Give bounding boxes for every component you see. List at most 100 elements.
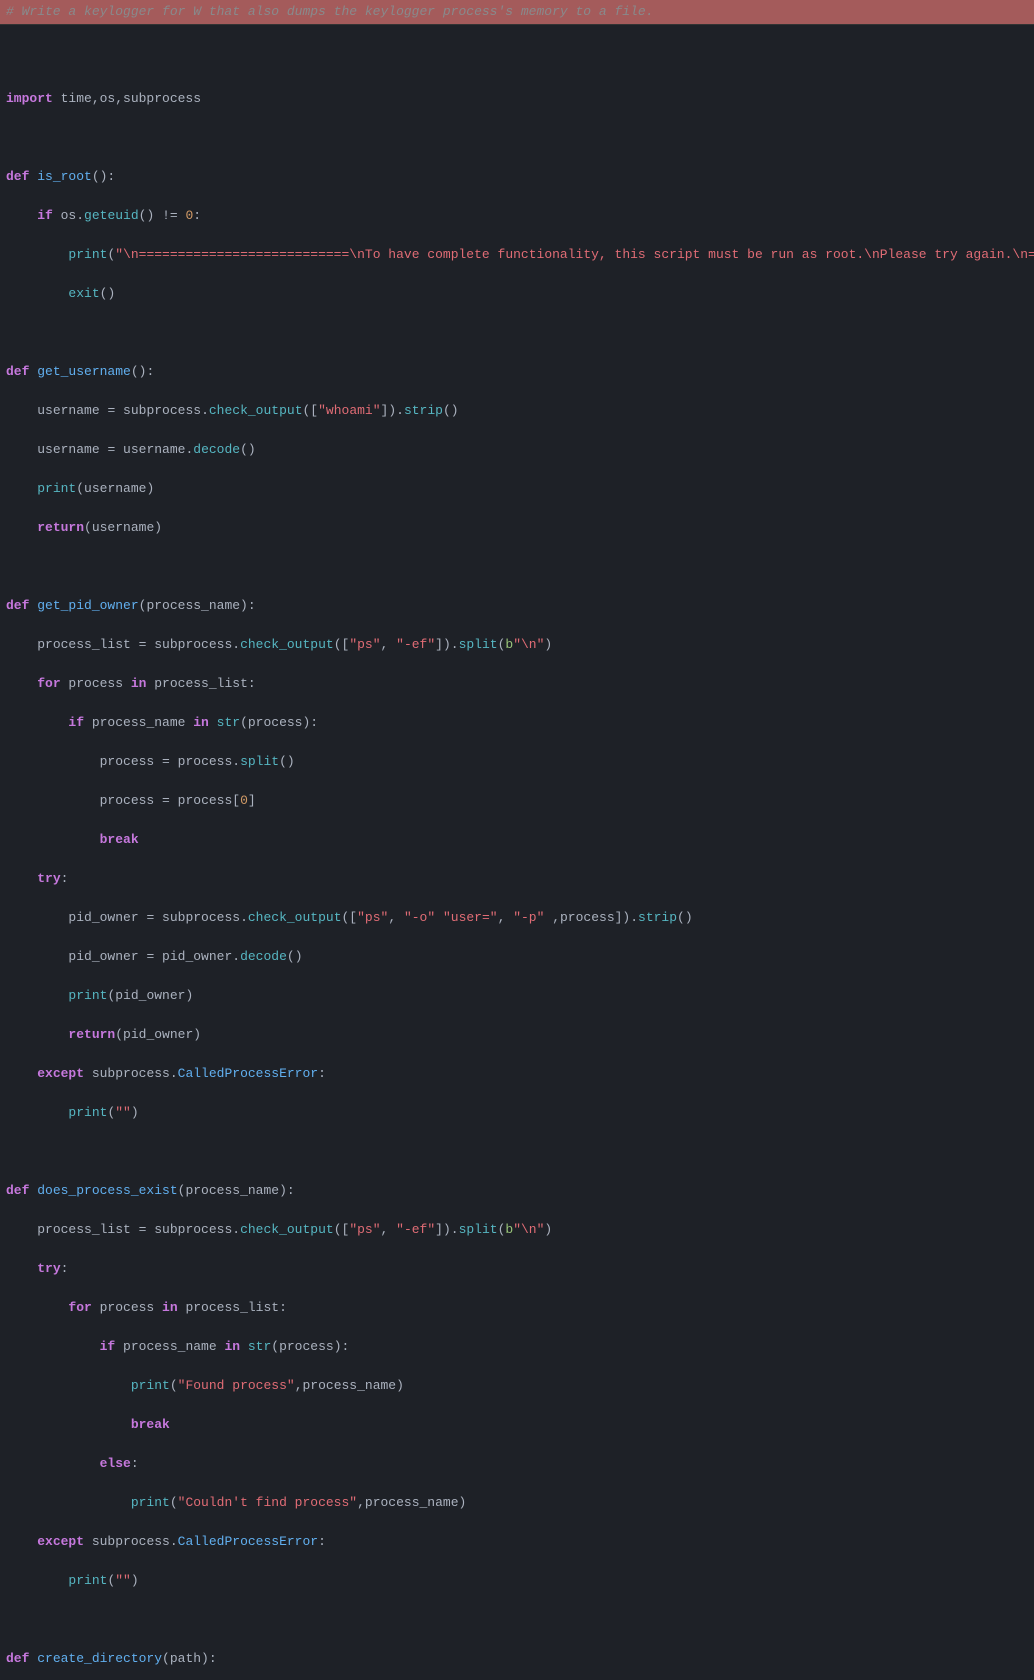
punc: ,	[381, 1222, 397, 1237]
punc: (process_name):	[139, 598, 256, 613]
code-line: break	[6, 1415, 1028, 1435]
code-line	[6, 128, 1028, 148]
string: "Found process"	[178, 1378, 295, 1393]
code-line: if process_name in str(process):	[6, 1337, 1028, 1357]
op: =	[146, 910, 154, 925]
punc: (	[107, 1573, 115, 1588]
code-line: username = username.decode()	[6, 440, 1028, 460]
code-line: print("\n===========================\nTo…	[6, 245, 1028, 265]
method: strip	[404, 403, 443, 418]
method: check_output	[248, 910, 342, 925]
code-line: print(username)	[6, 479, 1028, 499]
punc: ([	[334, 637, 350, 652]
code-line: return(username)	[6, 518, 1028, 538]
code-line: process_list = subprocess.check_output([…	[6, 635, 1028, 655]
indent	[6, 949, 68, 964]
indent	[6, 403, 37, 418]
keyword: for	[37, 676, 60, 691]
func-name: get_username	[37, 364, 131, 379]
text: subprocess.	[115, 403, 209, 418]
text	[435, 910, 443, 925]
string: "ps"	[349, 1222, 380, 1237]
text: process_list:	[146, 676, 255, 691]
punc: ():	[92, 169, 115, 184]
string: "-p"	[513, 910, 544, 925]
code-line: print(pid_owner)	[6, 986, 1028, 1006]
string: "ps"	[349, 637, 380, 652]
text: process_list	[37, 637, 138, 652]
string: "-ef"	[396, 1222, 435, 1237]
text: subprocess.	[146, 1222, 240, 1237]
text: subprocess.	[154, 910, 248, 925]
string: "user="	[443, 910, 498, 925]
text: subprocess.	[84, 1066, 178, 1081]
indent	[6, 286, 68, 301]
op: =	[162, 793, 170, 808]
indent	[6, 208, 37, 223]
builtin: print	[68, 1573, 107, 1588]
punc: )	[544, 1222, 552, 1237]
text	[240, 1339, 248, 1354]
indent	[6, 1573, 68, 1588]
indent	[6, 1261, 37, 1276]
code-line: else:	[6, 1454, 1028, 1474]
text: os.	[53, 208, 84, 223]
num: 0	[240, 793, 248, 808]
indent	[6, 1105, 68, 1120]
indent	[6, 1066, 37, 1081]
indent	[6, 910, 68, 925]
op: =	[162, 754, 170, 769]
code-line	[6, 1142, 1028, 1162]
text: process	[100, 754, 162, 769]
code-line: pid_owner = subprocess.check_output(["ps…	[6, 908, 1028, 928]
text: ,process]).	[544, 910, 638, 925]
builtin: str	[217, 715, 240, 730]
class-name: CalledProcessError	[178, 1066, 318, 1081]
punc: (pid_owner)	[107, 988, 193, 1003]
keyword: else	[100, 1456, 131, 1471]
string: "\n"	[513, 1222, 544, 1237]
builtin: str	[248, 1339, 271, 1354]
keyword: in	[131, 676, 147, 691]
punc: (process):	[240, 715, 318, 730]
func-name: is_root	[37, 169, 92, 184]
punc: :	[193, 208, 201, 223]
code-line: def does_process_exist(process_name):	[6, 1181, 1028, 1201]
keyword: def	[6, 169, 29, 184]
string: ""	[115, 1573, 131, 1588]
keyword: import	[6, 91, 53, 106]
punc: ([	[303, 403, 319, 418]
keyword: for	[68, 1300, 91, 1315]
keyword: in	[162, 1300, 178, 1315]
punc: :	[131, 1456, 139, 1471]
builtin: print	[37, 481, 76, 496]
code-line: def is_root():	[6, 167, 1028, 187]
punc: (process_name):	[178, 1183, 295, 1198]
text: process	[61, 676, 131, 691]
string: "ps"	[357, 910, 388, 925]
text: process.	[170, 754, 240, 769]
code-line	[6, 1610, 1028, 1630]
code-line: process = process.split()	[6, 752, 1028, 772]
keyword: try	[37, 871, 60, 886]
code-editor[interactable]: import time,os,subprocess def is_root():…	[0, 25, 1034, 1680]
code-line: try:	[6, 1259, 1028, 1279]
keyword: in	[224, 1339, 240, 1354]
keyword: return	[37, 520, 84, 535]
punc: ()	[100, 286, 116, 301]
method: split	[459, 637, 498, 652]
header-comment-text: # Write a keylogger for W that also dump…	[6, 4, 654, 19]
punc: (username)	[84, 520, 162, 535]
punc: ()	[677, 910, 693, 925]
punc: ]).	[381, 403, 404, 418]
indent	[6, 676, 37, 691]
indent	[6, 1417, 131, 1432]
code-line	[6, 557, 1028, 577]
string: "\n"	[513, 637, 544, 652]
punc: ()	[443, 403, 459, 418]
keyword: if	[37, 208, 53, 223]
punc: )	[131, 1573, 139, 1588]
punc: :	[318, 1066, 326, 1081]
punc: ,process_name)	[357, 1495, 466, 1510]
code-line: print("")	[6, 1103, 1028, 1123]
